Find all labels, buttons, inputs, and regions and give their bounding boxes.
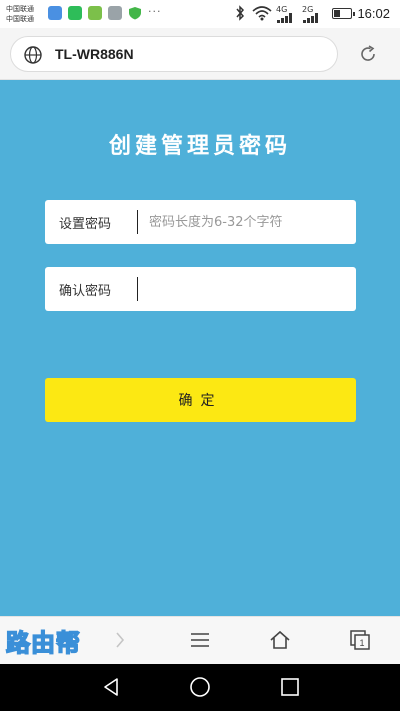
back-icon[interactable] [101,676,121,698]
page-title: 创建管理员密码 [108,133,291,159]
more-notifications-icon: ··· [148,5,162,18]
forward-icon[interactable] [112,629,128,651]
confirm-password-input[interactable] [149,273,345,305]
battery-icon [332,8,355,19]
clock: 16:02 [357,6,390,21]
status-bar: 中国联通 中国联通 ··· 4G 2G 16:02 [0,0,400,28]
address-bar[interactable]: TL-WR886N [10,36,338,72]
set-password-label: 设置密码 [59,217,112,232]
set-password-field: 设置密码 [45,200,356,244]
home-icon[interactable] [268,629,292,651]
confirm-password-label: 确认密码 [59,284,112,299]
recent-apps-icon[interactable] [279,676,301,698]
confirm-password-field: 确认密码 [45,267,356,311]
browser-address-area: TL-WR886N [0,28,400,80]
refresh-icon[interactable] [358,44,378,64]
wifi-icon [252,6,272,21]
field-divider [137,210,138,234]
menu-icon[interactable] [189,629,211,651]
signal-icon [303,13,318,23]
carrier-label-1: 中国联通 [6,5,34,13]
globe-icon [24,46,42,64]
svg-text:1: 1 [359,638,364,648]
wechat-icon [68,6,82,20]
gallery-icon [108,6,122,20]
set-password-input[interactable] [149,206,345,238]
shield-icon [129,7,141,20]
notification-app-icon [88,6,102,20]
signal-icon [277,13,292,23]
router-setup-page: 创建管理员密码 设置密码 确认密码 确定 [0,80,400,616]
bluetooth-icon [236,5,245,21]
watermark-logo: 路由帮 [5,628,81,658]
address-url[interactable]: TL-WR886N [55,46,134,62]
field-divider [137,277,138,301]
tabs-icon[interactable]: 1 [349,629,371,651]
home-circle-icon[interactable] [189,676,211,698]
confirm-button[interactable]: 确定 [45,378,356,422]
carrier-label-2: 中国联通 [6,15,34,23]
browser-toolbar: 路由帮 1 [0,616,400,664]
system-navigation-bar [0,664,400,711]
notification-app-icon [48,6,62,20]
